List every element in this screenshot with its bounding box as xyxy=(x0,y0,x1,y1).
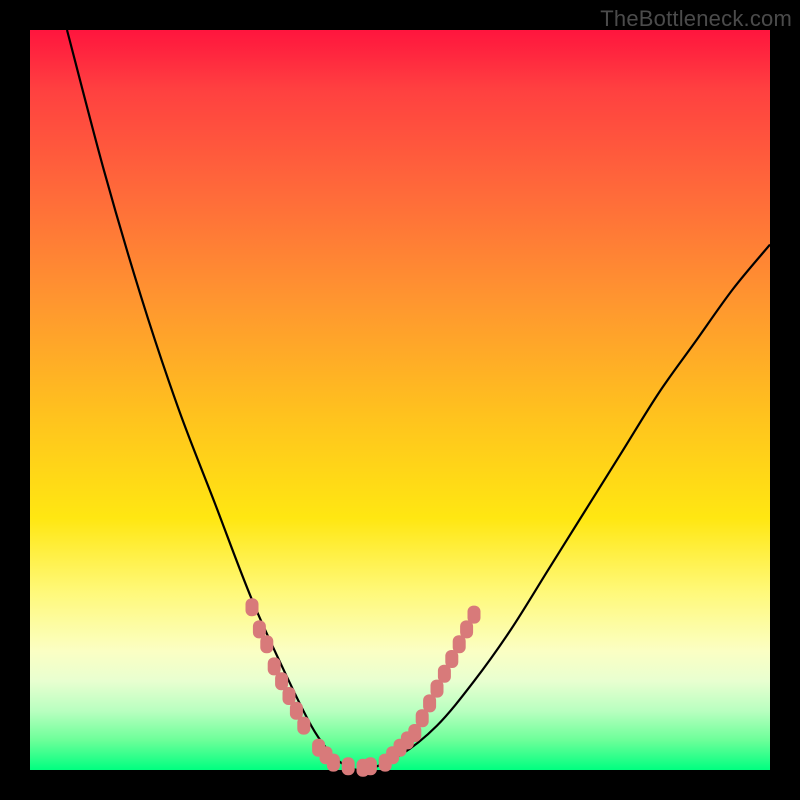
curve-marker xyxy=(327,754,340,772)
curve-marker xyxy=(260,635,273,653)
chart-svg xyxy=(30,30,770,770)
curve-marker xyxy=(246,598,259,616)
marker-cluster-right xyxy=(379,606,481,772)
watermark-text: TheBottleneck.com xyxy=(600,6,792,32)
plot-area xyxy=(30,30,770,770)
bottleneck-curve-path xyxy=(67,30,770,770)
curve-marker xyxy=(364,757,377,775)
curve-marker xyxy=(468,606,481,624)
curve-marker xyxy=(342,757,355,775)
chart-frame: TheBottleneck.com xyxy=(0,0,800,800)
marker-cluster-left xyxy=(246,598,377,777)
curve-marker xyxy=(297,717,310,735)
